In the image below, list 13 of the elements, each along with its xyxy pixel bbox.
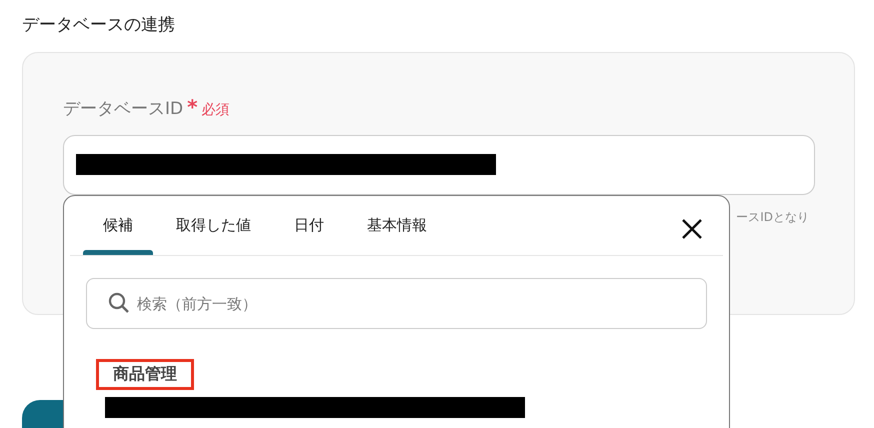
input-field[interactable]: [63, 135, 815, 195]
field-label: データベースID: [63, 98, 184, 120]
required-label: 必須: [202, 101, 230, 119]
required-mark: *: [187, 95, 198, 119]
tab[interactable]: 候補: [83, 196, 153, 255]
hint-text: ースIDとなり: [736, 209, 809, 226]
tab[interactable]: 基本情報: [347, 196, 447, 255]
item-title[interactable]: 商品管理: [96, 359, 194, 390]
section-title: データベースの連携: [22, 14, 175, 36]
search-field[interactable]: 検索（前方一致）: [86, 278, 707, 329]
close-icon[interactable]: [681, 218, 703, 240]
tab[interactable]: 日付: [274, 196, 344, 255]
tab[interactable]: 取得した値: [156, 196, 271, 255]
